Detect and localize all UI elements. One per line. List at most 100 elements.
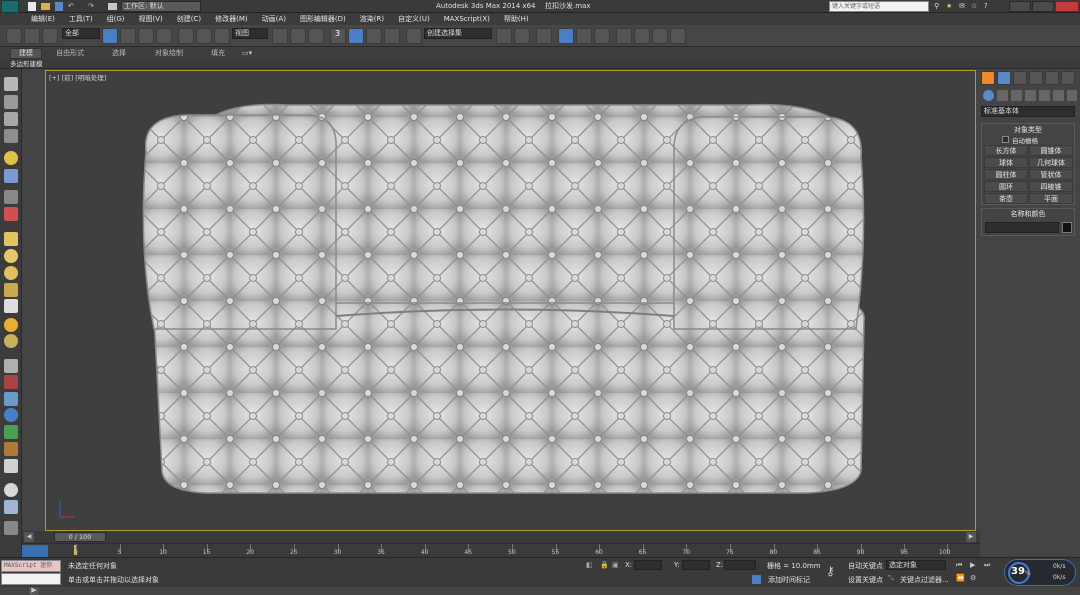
favorites-icon[interactable]: ☆	[971, 0, 977, 13]
globe-icon[interactable]	[4, 408, 18, 422]
project-folder-icon[interactable]	[108, 3, 117, 10]
cloth-icon[interactable]	[4, 459, 18, 473]
teapot-button[interactable]: 茶壶	[984, 193, 1028, 204]
settings-icon[interactable]	[4, 521, 18, 535]
spacewarps-category-icon[interactable]	[1053, 90, 1064, 101]
checker-icon[interactable]	[4, 359, 18, 373]
reference-coord-dropdown[interactable]: 视图	[232, 28, 268, 39]
x-coord-input[interactable]	[634, 560, 662, 570]
absolute-mode-icon[interactable]: ▣	[612, 561, 619, 569]
cameras-category-icon[interactable]	[1025, 90, 1036, 101]
geosphere-button[interactable]: 几何球体	[1029, 157, 1073, 168]
ribbon-tab-freeform[interactable]: 自由形式	[56, 47, 84, 59]
subscription-icon[interactable]: ★	[946, 0, 952, 13]
tufted-sofa-model[interactable]	[46, 71, 977, 532]
menu-customize[interactable]: 自定义(U)	[391, 13, 437, 25]
menu-modifiers[interactable]: 修改器(M)	[208, 13, 255, 25]
ribbon-options-icon[interactable]: ▭▾	[242, 47, 252, 59]
schematic-view-icon[interactable]	[594, 28, 610, 44]
go-to-end-icon[interactable]: ⏭	[984, 561, 990, 570]
object-color-swatch[interactable]	[1062, 222, 1072, 233]
angle-snap-icon[interactable]	[348, 28, 364, 44]
menu-edit[interactable]: 编辑(E)	[24, 13, 62, 25]
object-name-input[interactable]	[985, 222, 1059, 233]
percent-snap-icon[interactable]	[366, 28, 382, 44]
grid-icon[interactable]	[4, 129, 18, 143]
menu-tools[interactable]: 工具(T)	[62, 13, 100, 25]
create-box-icon[interactable]	[4, 95, 18, 109]
named-selection-dropdown[interactable]: 创建选择集	[424, 28, 492, 39]
undo-icon[interactable]: ↶	[68, 0, 74, 13]
layer-manager-icon[interactable]	[536, 28, 552, 44]
performance-widget[interactable]: 39 % 0k/s 0k/s	[1004, 559, 1076, 586]
pyramid-button[interactable]: 四棱锥	[1029, 181, 1073, 192]
name-color-title[interactable]: 名称和颜色	[982, 209, 1074, 219]
tube-button[interactable]: 管状体	[1029, 169, 1073, 180]
box-button[interactable]: 长方体	[984, 145, 1028, 156]
minimize-button[interactable]	[1009, 1, 1031, 12]
track-bar[interactable]: 0 5 10 15 20 25 30 35 40 45 50 55 60 65 …	[22, 543, 980, 557]
open-file-icon[interactable]	[41, 3, 50, 10]
ribbon-tab-modeling[interactable]: 建模	[10, 48, 42, 59]
sphere-object-icon[interactable]	[4, 249, 18, 263]
torus-button[interactable]: 圆环	[984, 181, 1028, 192]
z-coord-input[interactable]	[724, 560, 756, 570]
menu-maxscript[interactable]: MAXScript(X)	[437, 13, 497, 25]
object-type-title[interactable]: 对象类型	[982, 125, 1074, 135]
pivot-center-icon[interactable]	[272, 28, 288, 44]
torus-object-icon[interactable]	[4, 266, 18, 280]
knot-object-icon[interactable]	[4, 283, 18, 297]
viewport-front[interactable]: [+] [前] [明暗处理]	[45, 70, 976, 531]
key-icon[interactable]: ⚷	[826, 564, 835, 578]
time-slider-thumb[interactable]: 0 / 100	[54, 532, 106, 542]
communication-icon[interactable]: ✉	[959, 0, 965, 13]
save-file-icon[interactable]	[55, 2, 63, 11]
time-next-arrow-icon[interactable]: ▶	[966, 532, 976, 542]
modify-tab-icon[interactable]	[997, 71, 1011, 85]
sphere-light-icon[interactable]	[4, 483, 18, 497]
track-bar-keys-icon[interactable]	[22, 545, 48, 557]
helper-icon[interactable]	[4, 375, 18, 389]
menu-group[interactable]: 组(G)	[100, 13, 132, 25]
menu-animation[interactable]: 动画(A)	[255, 13, 293, 25]
select-by-name-icon[interactable]	[120, 28, 136, 44]
menu-views[interactable]: 视图(V)	[132, 13, 170, 25]
motion-tab-icon[interactable]	[1029, 71, 1043, 85]
menu-graph-editors[interactable]: 图形编辑器(D)	[293, 13, 353, 25]
key-filters-button[interactable]: 关键点过滤器...	[900, 575, 949, 585]
ribbon-tab-object-paint[interactable]: 对象绘制	[155, 47, 183, 59]
select-object-icon[interactable]	[102, 28, 118, 44]
create-shape-icon[interactable]	[4, 77, 18, 91]
search-icon[interactable]: ⚲	[934, 0, 939, 13]
mirror-icon[interactable]	[496, 28, 512, 44]
ribbon-sub-label[interactable]: 多边形建模	[10, 59, 43, 69]
help-icon[interactable]: ?	[984, 0, 988, 13]
time-tag-icon[interactable]	[752, 575, 761, 584]
render-setup-icon[interactable]	[634, 28, 650, 44]
play-icon[interactable]: ▶	[970, 561, 975, 569]
object-paint-icon[interactable]	[4, 169, 18, 183]
geometry-category-icon[interactable]	[983, 90, 994, 101]
time-prev-arrow-icon[interactable]: ◀	[24, 532, 34, 542]
plant-icon[interactable]	[4, 425, 18, 439]
particle-icon[interactable]	[4, 190, 18, 204]
link-icon[interactable]	[24, 28, 40, 44]
undo-icon[interactable]	[6, 28, 22, 44]
search-input[interactable]: 键入关键字或短语	[829, 1, 929, 12]
select-move-icon[interactable]	[178, 28, 194, 44]
new-file-icon[interactable]	[28, 2, 36, 11]
plane-object-icon[interactable]	[4, 232, 18, 246]
keyboard-shortcut-icon[interactable]	[308, 28, 324, 44]
maxscript-listener[interactable]: MAXScript 迷你	[1, 560, 61, 572]
redo-icon[interactable]: ↷	[88, 0, 94, 13]
y-coord-input[interactable]	[682, 560, 710, 570]
light-bulb-icon[interactable]	[4, 151, 18, 165]
add-time-tag[interactable]: 添加时间标记	[768, 575, 810, 585]
curve-editor-icon[interactable]	[576, 28, 592, 44]
systems-category-icon[interactable]	[1067, 90, 1077, 101]
select-scale-icon[interactable]	[214, 28, 230, 44]
blueprint-icon[interactable]	[4, 500, 18, 514]
auto-key-button[interactable]: 自动关键点	[848, 561, 883, 571]
key-mode-icon[interactable]: ⏪	[956, 574, 965, 582]
display-tab-icon[interactable]	[1045, 71, 1059, 85]
